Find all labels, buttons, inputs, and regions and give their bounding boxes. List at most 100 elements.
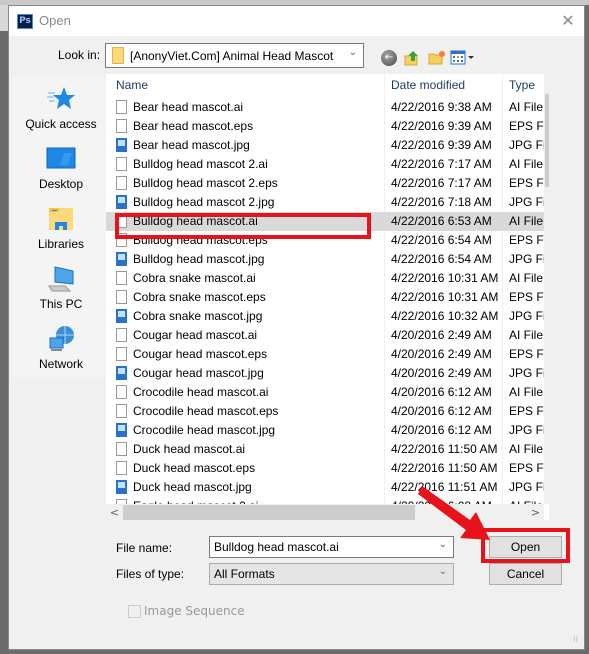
- column-date-modified[interactable]: Date modified: [385, 78, 465, 92]
- image-sequence-label: Image Sequence: [144, 604, 245, 618]
- file-name: Crocodile head mascot.eps: [133, 404, 279, 418]
- column-name[interactable]: Name: [110, 78, 148, 92]
- scroll-up-button[interactable]: ˄: [544, 76, 549, 93]
- place-label: This PC: [39, 297, 83, 311]
- file-row[interactable]: Bulldog head mascot 2.ai 4/22/2016 7:17 A…: [106, 155, 544, 174]
- file-type: EPS File: [509, 119, 544, 133]
- file-type: JPG File: [509, 366, 544, 380]
- close-button[interactable]: ✕: [554, 8, 582, 34]
- file-date-modified: 4/22/2016 9:38 AM: [391, 100, 492, 114]
- file-date-modified: 4/22/2016 7:17 AM: [391, 157, 492, 171]
- resize-grip-icon[interactable]: ⁞⁞: [573, 635, 578, 644]
- place-quick-access[interactable]: Quick access: [12, 85, 110, 131]
- file-date-modified: 4/20/2016 6:12 AM: [391, 404, 492, 418]
- file-name-input[interactable]: Bulldog head mascot.ai ⌄: [209, 536, 454, 558]
- libraries-icon: [46, 205, 76, 233]
- vertical-scroll-thumb[interactable]: [545, 94, 549, 187]
- file-name: Duck head mascot.eps: [133, 461, 256, 475]
- place-label: Quick access: [25, 117, 97, 131]
- place-label: Network: [38, 357, 83, 371]
- file-type: AI File: [509, 214, 544, 228]
- file-row[interactable]: Cobra snake mascot.jpg 4/22/2016 10:32 AM…: [106, 307, 544, 326]
- place-network[interactable]: Network: [12, 325, 110, 371]
- places-bar: Quick access Desktop Libraries This PC N…: [12, 77, 110, 377]
- file-row[interactable]: Duck head mascot.ai 4/22/2016 11:50 AM AI …: [106, 440, 544, 459]
- document-file-icon: [116, 157, 127, 171]
- photoshop-icon: Ps: [17, 14, 33, 29]
- cancel-button[interactable]: Cancel: [489, 563, 562, 585]
- file-type-value: All Formats: [214, 567, 275, 581]
- file-row[interactable]: Crocodile head mascot.jpg 4/20/2016 6:12 …: [106, 421, 544, 440]
- file-row[interactable]: Cougar head mascot.ai 4/20/2016 2:49 AM AI…: [106, 326, 544, 345]
- file-list[interactable]: ˄ Name Date modified Type Bear head masc…: [106, 74, 549, 520]
- look-in-label: Look in:: [58, 48, 101, 62]
- file-name: Crocodile head mascot.ai: [133, 385, 269, 399]
- file-type: EPS File: [509, 290, 544, 304]
- place-desktop[interactable]: Desktop: [12, 145, 110, 191]
- file-row[interactable]: Cobra snake mascot.eps 4/22/2016 10:31 AM…: [106, 288, 544, 307]
- file-row[interactable]: Bulldog head mascot 2.jpg 4/22/2016 7:18 …: [106, 193, 544, 212]
- file-date-modified: 4/22/2016 6:54 AM: [391, 252, 492, 266]
- file-type: JPG File: [509, 423, 544, 437]
- folder-icon: [112, 47, 124, 64]
- place-this-pc[interactable]: This PC: [12, 265, 110, 311]
- file-name: Bear head mascot.ai: [133, 100, 244, 114]
- document-file-icon: [116, 290, 127, 304]
- file-type: AI File: [509, 328, 544, 342]
- chevron-down-icon[interactable]: ⌄: [439, 539, 447, 550]
- column-type[interactable]: Type: [503, 78, 535, 92]
- image-sequence-checkbox[interactable]: [128, 605, 141, 618]
- file-type: JPG File: [509, 138, 544, 152]
- view-menu-icon[interactable]: [450, 50, 478, 66]
- horizontal-scroll-thumb[interactable]: [123, 505, 415, 520]
- file-type-select[interactable]: All Formats ⌄: [209, 563, 454, 585]
- image-file-icon: [116, 423, 127, 437]
- image-file-icon: [116, 366, 127, 380]
- file-row[interactable]: Crocodile head mascot.ai 4/20/2016 6:12 A…: [106, 383, 544, 402]
- file-type: JPG File: [509, 252, 544, 266]
- file-date-modified: 4/22/2016 10:31 AM: [391, 271, 499, 285]
- document-file-icon: [116, 385, 127, 399]
- file-row[interactable]: Bulldog head mascot.jpg 4/22/2016 6:54 AM…: [106, 250, 544, 269]
- document-file-icon: [116, 442, 127, 456]
- file-type: JPG File: [509, 480, 544, 494]
- file-row[interactable]: Bear head mascot.eps 4/22/2016 9:39 AM EPS…: [106, 117, 544, 136]
- file-name: Crocodile head mascot.jpg: [133, 423, 276, 437]
- file-type: EPS File: [509, 176, 544, 190]
- file-date-modified: 4/20/2016 6:12 AM: [391, 423, 492, 437]
- file-type: EPS File: [509, 233, 544, 247]
- background-strip-left: [0, 5, 8, 31]
- vertical-scrollbar[interactable]: ˄ ˅: [544, 74, 549, 504]
- file-date-modified: 4/20/2016 2:49 AM: [391, 347, 492, 361]
- back-icon[interactable]: ←: [381, 50, 397, 66]
- column-header: ˄ Name Date modified Type: [106, 74, 549, 98]
- document-file-icon: [116, 271, 127, 285]
- file-row[interactable]: Bear head mascot.ai 4/22/2016 9:38 AM AI F…: [106, 98, 544, 117]
- horizontal-scrollbar[interactable]: < >: [106, 504, 544, 520]
- scroll-left-button[interactable]: <: [106, 504, 123, 520]
- file-type: AI File: [509, 442, 544, 456]
- file-row[interactable]: Duck head mascot.jpg 4/22/2016 11:51 AM JP…: [106, 478, 544, 497]
- file-row[interactable]: Cougar head mascot.jpg 4/20/2016 2:49 AM J…: [106, 364, 544, 383]
- up-one-level-icon[interactable]: [404, 50, 420, 66]
- place-libraries[interactable]: Libraries: [12, 205, 110, 251]
- look-in-dropdown[interactable]: [AnonyViet.Com] Animal Head Mascot ⌄: [105, 43, 364, 68]
- file-row[interactable]: Crocodile head mascot.eps 4/20/2016 6:12 …: [106, 402, 544, 421]
- scroll-down-button[interactable]: ˅: [544, 492, 549, 509]
- sort-ascending-icon: ˄: [232, 74, 237, 81]
- file-date-modified: 4/22/2016 7:17 AM: [391, 176, 492, 190]
- image-file-icon: [116, 480, 127, 494]
- file-type: JPG File: [509, 195, 544, 209]
- file-row[interactable]: Cobra snake mascot.ai 4/22/2016 10:31 AM A…: [106, 269, 544, 288]
- file-row[interactable]: Duck head mascot.eps 4/22/2016 11:50 AM EP…: [106, 459, 544, 478]
- chevron-down-icon: ⌄: [348, 47, 357, 58]
- file-type: AI File: [509, 157, 544, 171]
- file-row[interactable]: Bear head mascot.jpg 4/22/2016 9:39 AM JPG…: [106, 136, 544, 155]
- file-date-modified: 4/22/2016 10:31 AM: [391, 290, 499, 304]
- scroll-right-button[interactable]: >: [527, 504, 544, 520]
- file-date-modified: 4/20/2016 2:49 AM: [391, 366, 492, 380]
- file-name: Cougar head mascot.eps: [133, 347, 268, 361]
- new-folder-icon[interactable]: [428, 50, 445, 66]
- file-row[interactable]: Bulldog head mascot 2.eps 4/22/2016 7:17 …: [106, 174, 544, 193]
- file-row[interactable]: Cougar head mascot.eps 4/20/2016 2:49 AM E…: [106, 345, 544, 364]
